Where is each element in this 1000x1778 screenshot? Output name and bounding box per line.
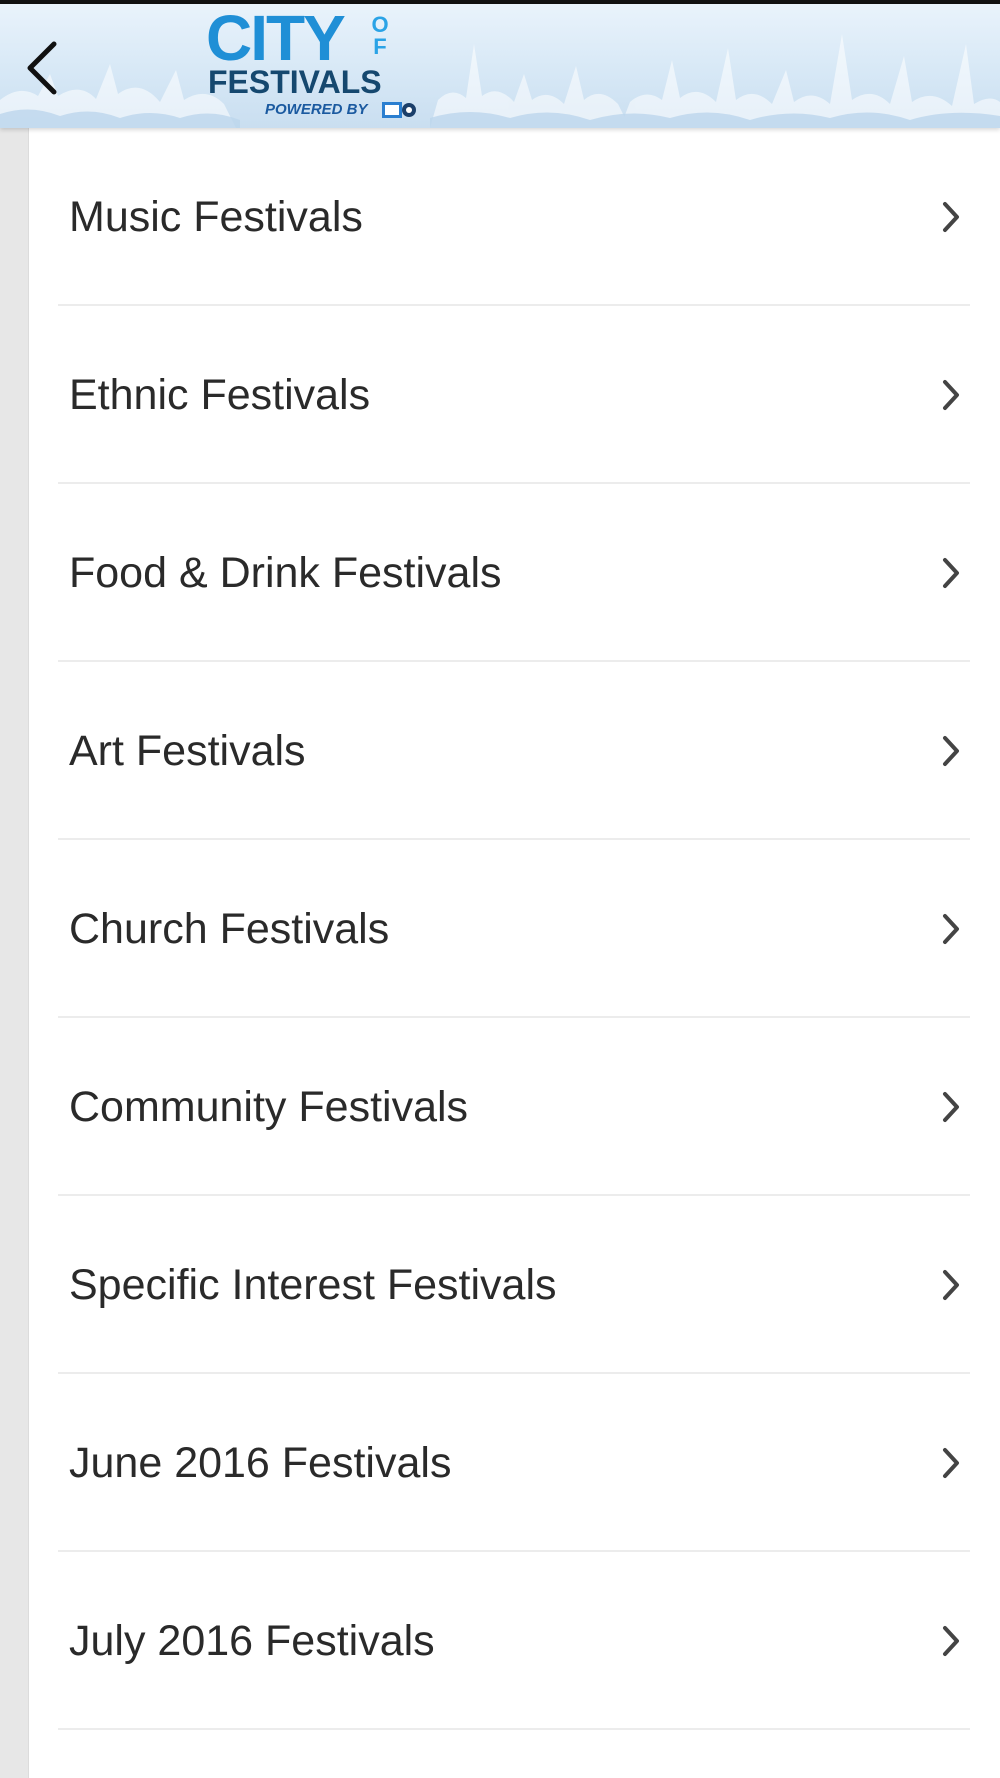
list-item-art-festivals[interactable]: Art Festivals bbox=[29, 662, 1000, 840]
chevron-right-icon bbox=[943, 558, 959, 588]
chevron-right-icon bbox=[943, 1626, 959, 1656]
chevron-right-icon bbox=[943, 202, 959, 232]
list-item-july-2016-festivals[interactable]: July 2016 Festivals bbox=[29, 1552, 1000, 1730]
logo-word-of: OF bbox=[371, 12, 389, 59]
list-item-food-drink-festivals[interactable]: Food & Drink Festivals bbox=[29, 484, 1000, 662]
list-item-community-festivals[interactable]: Community Festivals bbox=[29, 1018, 1000, 1196]
chevron-right-icon bbox=[943, 1270, 959, 1300]
chevron-right-icon bbox=[943, 736, 959, 766]
logo-powered-by: POWERED BY bbox=[265, 101, 368, 118]
list-item-music-festivals[interactable]: Music Festivals bbox=[29, 128, 1000, 306]
chevron-left-icon bbox=[27, 41, 57, 95]
list-item-label: Music Festivals bbox=[69, 193, 363, 241]
list-item-label: Ethnic Festivals bbox=[69, 371, 371, 419]
chevron-right-icon bbox=[943, 1092, 959, 1122]
list-item-specific-interest-festivals[interactable]: Specific Interest Festivals bbox=[29, 1196, 1000, 1374]
side-gutter bbox=[0, 128, 29, 1778]
list-item-label: July 2016 Festivals bbox=[69, 1617, 435, 1665]
list-item-label: Art Festivals bbox=[69, 727, 306, 775]
list-item-label: Church Festivals bbox=[69, 905, 390, 953]
list-item-label: June 2016 Festivals bbox=[69, 1439, 452, 1487]
list-item-label: Community Festivals bbox=[69, 1083, 469, 1131]
logo-word-festivals: FESTIVALS bbox=[208, 64, 382, 100]
list-item-ethnic-festivals[interactable]: Ethnic Festivals bbox=[29, 306, 1000, 484]
list-item-church-festivals[interactable]: Church Festivals bbox=[29, 840, 1000, 1018]
city-of-festivals-logo: CITY OF FESTIVALS POWERED BY bbox=[200, 6, 430, 122]
app-header: CITY OF FESTIVALS POWERED BY bbox=[0, 4, 1000, 128]
chevron-right-icon bbox=[943, 914, 959, 944]
list-item-label: Food & Drink Festivals bbox=[69, 549, 502, 597]
sponsor-badge-icon bbox=[382, 102, 416, 118]
list-item-label: Specific Interest Festivals bbox=[69, 1261, 557, 1309]
logo-word-city: CITY bbox=[206, 4, 346, 74]
back-button[interactable] bbox=[14, 32, 70, 102]
crowd-silhouette-graphic bbox=[0, 34, 1000, 128]
festival-category-list: Music Festivals Ethnic Festivals Food & … bbox=[29, 128, 1000, 1778]
list-item-june-2016-festivals[interactable]: June 2016 Festivals bbox=[29, 1374, 1000, 1552]
chevron-right-icon bbox=[943, 1448, 959, 1478]
chevron-right-icon bbox=[943, 380, 959, 410]
